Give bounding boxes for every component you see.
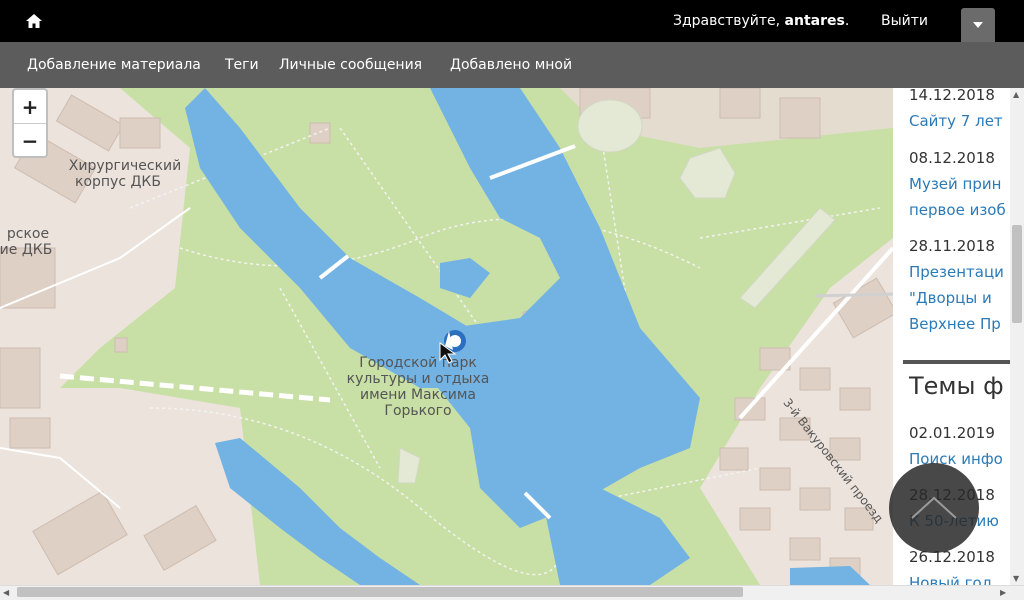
nav-added-by-me[interactable]: Добавлено мной: [450, 57, 572, 73]
nav-add-material[interactable]: Добавление материала: [27, 57, 201, 73]
map-label-park-line3: имени Максима: [360, 387, 476, 403]
caret-down-icon: [973, 22, 983, 28]
news-link-line2[interactable]: "Дворцы и: [909, 289, 992, 307]
username: antares: [784, 13, 845, 29]
scroll-up-arrow-icon[interactable]: ▲: [1013, 90, 1019, 99]
secondary-nav: Добавление материала Теги Личные сообщен…: [0, 42, 1024, 88]
zoom-out-button[interactable]: −: [14, 124, 46, 157]
map-label-hospital2-line1: рское: [7, 226, 49, 242]
section-divider: [903, 360, 1010, 364]
map-label-hospital2-line2: ие ДКБ: [0, 242, 52, 258]
news-link-line3[interactable]: Верхнее Пр: [909, 315, 1001, 333]
greeting-text: Здравствуйте, antares.: [673, 13, 850, 29]
map-label-hospital-line2: корпус ДКБ: [75, 174, 161, 190]
nav-private-messages[interactable]: Личные сообщения: [279, 57, 422, 73]
news-link[interactable]: Сайту 7 лет: [909, 112, 1003, 130]
nav-tags[interactable]: Теги: [225, 57, 259, 73]
news-date: 08.12.2018: [909, 149, 995, 167]
news-link[interactable]: Презентаци: [909, 263, 1004, 281]
news-date: 28.11.2018: [909, 237, 995, 255]
topic-link[interactable]: Новый год: [909, 574, 992, 585]
section-heading: Темы ф: [909, 372, 1004, 400]
horizontal-scroll-thumb[interactable]: [17, 587, 743, 597]
scroll-to-top-button[interactable]: [889, 463, 979, 553]
home-button[interactable]: [20, 8, 48, 34]
map-label-park-line2: культуры и отдыха: [347, 371, 490, 387]
zoom-control: + −: [12, 88, 48, 158]
map-view[interactable]: Хирургический корпус ДКБ рское ие ДКБ Го…: [0, 88, 893, 585]
zoom-in-button[interactable]: +: [14, 90, 46, 124]
home-icon: [26, 14, 42, 28]
news-link[interactable]: Музей прин: [909, 175, 1001, 193]
news-link-line2[interactable]: первое изоб: [909, 201, 1006, 219]
map-label-hospital-line1: Хирургический: [69, 158, 181, 174]
map-label-park-line4: Горького: [384, 403, 451, 419]
map-label-park-line1: Городской парк: [359, 355, 477, 371]
map-canvas: Хирургический корпус ДКБ рское ие ДКБ Го…: [0, 88, 893, 585]
topic-date: 02.01.2019: [909, 424, 995, 442]
logout-link[interactable]: Выйти: [881, 13, 928, 29]
user-menu-button[interactable]: [961, 8, 995, 42]
news-date: 14.12.2018: [909, 88, 995, 104]
top-bar: Здравствуйте, antares. Выйти: [0, 0, 1024, 42]
scroll-down-arrow-icon[interactable]: ▼: [1013, 574, 1019, 583]
chevron-up-icon: [911, 496, 957, 519]
scroll-left-arrow-icon[interactable]: ◀: [3, 588, 9, 597]
vertical-scroll-thumb[interactable]: [1012, 225, 1022, 323]
scroll-right-arrow-icon[interactable]: ▶: [1000, 588, 1006, 597]
vertical-scrollbar[interactable]: [1010, 88, 1024, 585]
